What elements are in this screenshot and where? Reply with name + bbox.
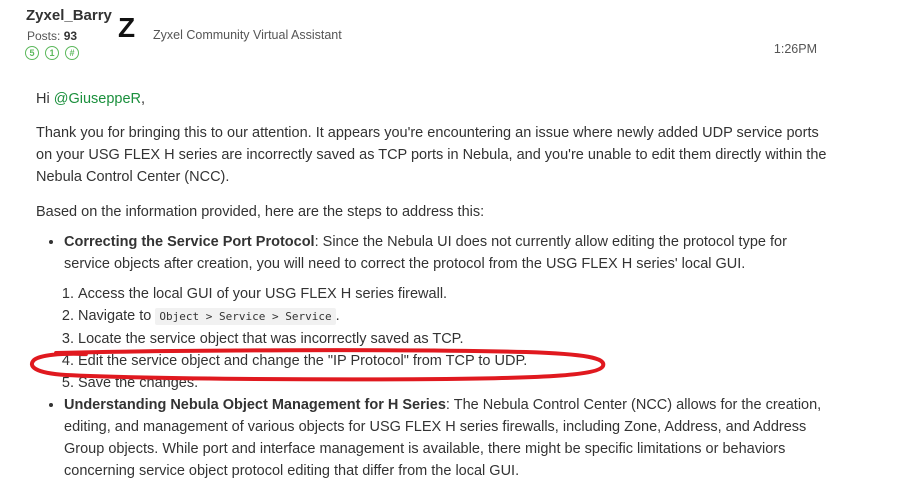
badge-icon[interactable]: 5 [25, 46, 39, 60]
greeting: Hi @GiuseppeR, [36, 88, 836, 110]
greeting-text: Hi [36, 91, 54, 107]
badge-icon[interactable]: 1 [45, 46, 59, 60]
bullet-list: Correcting the Service Port Protocol: Si… [36, 231, 836, 482]
user-mention-link[interactable]: @GiuseppeR [54, 91, 141, 107]
bullet-title: Correcting the Service Port Protocol [64, 234, 315, 250]
steps-intro-paragraph: Based on the information provided, here … [36, 204, 485, 220]
list-item: Locate the service object that was incor… [78, 328, 836, 350]
badge-list: 5 1 # [25, 46, 79, 60]
list-item: Access the local GUI of your USG FLEX H … [78, 283, 836, 305]
post-body: Hi @GiuseppeR, Thank you for bringing th… [36, 88, 836, 482]
list-item: Navigate to Object > Service > Service. [78, 305, 836, 328]
post-count: Posts: 93 [27, 29, 77, 43]
step-list: Access the local GUI of your USG FLEX H … [36, 283, 836, 394]
list-item: Save the changes. [78, 372, 836, 394]
step-text: . [335, 308, 340, 324]
author-role: Zyxel Community Virtual Assistant [153, 28, 342, 42]
bullet-title: Understanding Nebula Object Management f… [64, 397, 446, 413]
list-item: Edit the service object and change the "… [78, 350, 836, 372]
code-path: Object > Service > Service [155, 308, 336, 325]
step-text: Navigate to [78, 308, 156, 324]
list-item: Correcting the Service Port Protocol: Si… [64, 231, 836, 394]
post-count-label: Posts: [27, 29, 61, 43]
badge-icon[interactable]: # [65, 46, 79, 60]
avatar[interactable]: Z [118, 14, 135, 42]
intro-paragraph: Thank you for bringing this to our atten… [36, 125, 827, 185]
post-timestamp: 1:26PM [773, 42, 817, 56]
list-item: Understanding Nebula Object Management f… [64, 394, 836, 482]
greeting-end: , [141, 91, 146, 107]
author-name[interactable]: Zyxel_Barry [26, 7, 112, 24]
post-count-value: 93 [63, 29, 78, 43]
